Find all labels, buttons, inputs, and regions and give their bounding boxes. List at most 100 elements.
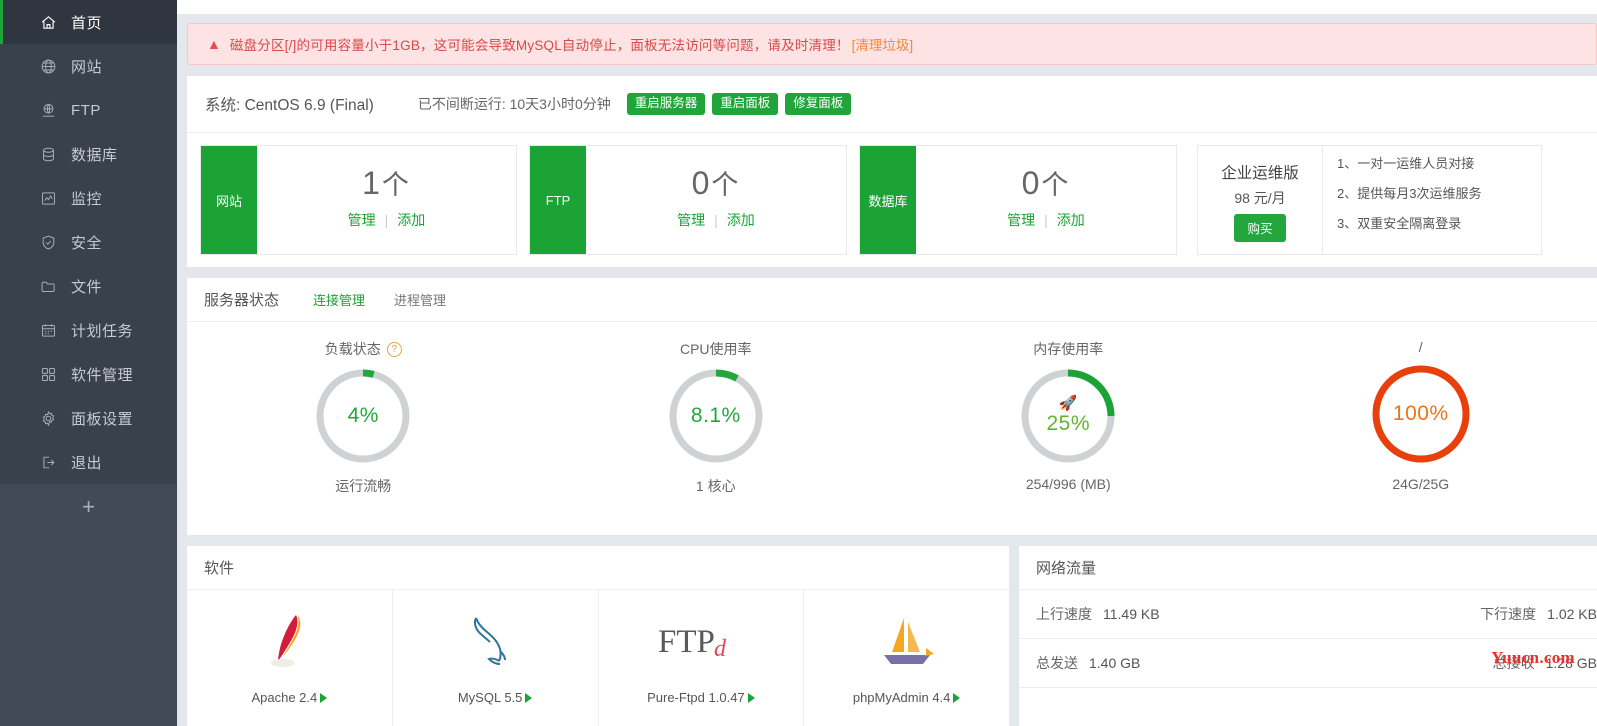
mysql-dolphin-logo xyxy=(466,608,524,676)
software-name: MySQL 5.5 xyxy=(458,690,533,705)
phpmyadmin-sailboat-logo xyxy=(876,608,938,676)
server-status-header: 服务器状态 连接管理 进程管理 xyxy=(187,278,1597,322)
repair-panel-button[interactable]: 修复面板 xyxy=(785,92,852,116)
grid-apps-icon xyxy=(37,363,59,385)
sidebar-item-label: 软件管理 xyxy=(71,366,134,384)
software-item-pureftpd[interactable]: FTP d Pure-Ftpd 1.0.47 xyxy=(599,590,805,726)
sidebar-add-button[interactable]: + xyxy=(0,484,177,530)
sidebar-item-monitor[interactable]: 监控 xyxy=(0,176,177,220)
software-item-mysql[interactable]: MySQL 5.5 xyxy=(393,590,599,726)
sidebar-item-label: 网站 xyxy=(71,58,103,76)
stat-card-body: 0个 管理 | 添加 xyxy=(586,146,846,254)
logout-icon xyxy=(37,451,59,473)
software-item-phpmyadmin[interactable]: phpMyAdmin 4.4 xyxy=(804,590,1009,726)
home-icon xyxy=(37,11,59,33)
gauge-footer: 运行流畅 xyxy=(335,478,392,494)
stat-links: 管理 | 添加 xyxy=(677,210,755,230)
stat-count-value: 0 xyxy=(1021,165,1042,202)
stat-links: 管理 | 添加 xyxy=(348,210,426,230)
gauge-center: 🚀 25% xyxy=(1018,366,1118,466)
upload-speed-value: 11.49 KB xyxy=(1103,606,1160,622)
panel-app: 首页 网站 FTP 数据库 监控 安全 文件 计划任务 软件管理 面板设置 退出… xyxy=(0,0,1597,726)
total-sent-label: 总发送 xyxy=(1036,655,1078,671)
sidebar-item-website[interactable]: 网站 xyxy=(0,44,177,88)
add-link[interactable]: 添加 xyxy=(727,212,755,228)
sidebar-menu: 首页 网站 FTP 数据库 监控 安全 文件 计划任务 软件管理 面板设置 退出 xyxy=(0,0,177,484)
stat-count-unit: 个 xyxy=(711,170,741,201)
gauge-value: 8.1% xyxy=(690,404,741,427)
stat-card-ftp[interactable]: FTP 0个 管理 | 添加 xyxy=(529,145,847,255)
gauge-value: 4% xyxy=(347,404,379,427)
restart-panel-button[interactable]: 重启面板 xyxy=(712,92,779,116)
gauge-title: 负载状态 ? xyxy=(325,339,402,359)
promo-feature-item: 2、提供每月3次运维服务 xyxy=(1337,186,1482,201)
sidebar-item-crontab[interactable]: 计划任务 xyxy=(0,308,177,352)
system-info-bar: 系统: CentOS 6.9 (Final) 已不间断运行: 10天3小时0分钟… xyxy=(187,76,1597,133)
link-separator: | xyxy=(1044,211,1048,228)
play-icon[interactable] xyxy=(953,692,961,703)
manage-link[interactable]: 管理 xyxy=(348,212,376,228)
stat-count-unit: 个 xyxy=(381,170,411,201)
rocket-icon: 🚀 xyxy=(1058,395,1078,412)
help-question-icon[interactable]: ? xyxy=(386,341,402,357)
software-item-apache[interactable]: Apache 2.4 xyxy=(187,590,393,726)
network-traffic-panel: 网络流量 上行速度 11.49 KB 下行速度 1.02 KB 总发送 1.40… xyxy=(1019,546,1597,726)
stat-count-unit: 个 xyxy=(1041,170,1071,201)
pureftpd-logo: FTP d xyxy=(656,608,746,676)
bottom-panels: 软件 Apache 2.4 MySQL 5.5 FTP d Pure-Ftpd … xyxy=(187,546,1597,726)
software-panel: 软件 Apache 2.4 MySQL 5.5 FTP d Pure-Ftpd … xyxy=(187,546,1009,726)
stat-count: 1个 xyxy=(362,166,411,201)
buy-button[interactable]: 购买 xyxy=(1234,213,1286,242)
play-icon[interactable] xyxy=(525,692,533,703)
apache-feather-logo xyxy=(266,608,312,676)
gauge-title-text: CPU使用率 xyxy=(679,341,752,357)
sidebar-item-security[interactable]: 安全 xyxy=(0,220,177,264)
software-name-text: Apache 2.4 xyxy=(251,690,318,705)
total-sent-value: 1.40 GB xyxy=(1089,655,1141,671)
warning-triangle-icon: ▲ xyxy=(207,36,221,52)
connection-manage-link[interactable]: 连接管理 xyxy=(313,290,365,309)
play-icon[interactable] xyxy=(747,692,755,703)
sidebar-item-files[interactable]: 文件 xyxy=(0,264,177,308)
sidebar-item-label: 安全 xyxy=(71,234,103,252)
sidebar-item-logout[interactable]: 退出 xyxy=(0,440,177,484)
promo-left: 企业运维版 98 元/月 购买 xyxy=(1198,146,1323,254)
clean-garbage-link[interactable]: [清理垃圾] xyxy=(852,34,914,54)
process-manage-link[interactable]: 进程管理 xyxy=(394,290,446,309)
sidebar-item-home[interactable]: 首页 xyxy=(0,0,177,44)
server-status-panel: 服务器状态 连接管理 进程管理 负载状态 ? 4% 运行流畅 CPU使用率 8.… xyxy=(187,278,1597,535)
sidebar-item-label: 退出 xyxy=(71,454,103,472)
network-left-cell: 上行速度 11.49 KB xyxy=(1036,604,1286,624)
sidebar-item-settings[interactable]: 面板设置 xyxy=(0,396,177,440)
gauge-cpu: CPU使用率 8.1% 1 核心 xyxy=(540,339,893,496)
network-right-cell: 下行速度 1.02 KB xyxy=(1286,604,1597,624)
link-separator: | xyxy=(714,211,718,228)
gauge-footer: 254/996 (MB) xyxy=(1025,476,1111,492)
add-link[interactable]: 添加 xyxy=(1057,212,1085,228)
gauge-title-text: 负载状态 xyxy=(324,341,381,357)
gauge-footer: 24G/25G xyxy=(1392,476,1450,492)
svg-text:FTP: FTP xyxy=(658,624,715,660)
svg-text:d: d xyxy=(714,636,727,662)
software-name: phpMyAdmin 4.4 xyxy=(853,690,961,705)
sidebar-item-label: 首页 xyxy=(71,14,103,32)
stat-card-body: 1个 管理 | 添加 xyxy=(257,146,516,254)
add-link[interactable]: 添加 xyxy=(397,212,425,228)
promo-feature-item: 3、双重安全隔离登录 xyxy=(1337,216,1462,231)
manage-link[interactable]: 管理 xyxy=(677,212,705,228)
stat-card-side-label: 网站 xyxy=(201,146,257,254)
download-speed-label: 下行速度 xyxy=(1480,606,1537,622)
sidebar-item-software[interactable]: 软件管理 xyxy=(0,352,177,396)
main-content: ▲ 磁盘分区[/]的可用容量小于1GB，这可能会导致MySQL自动停止，面板无法… xyxy=(177,0,1597,726)
stat-card-database[interactable]: 数据库 0个 管理 | 添加 xyxy=(859,145,1177,255)
play-icon[interactable] xyxy=(320,692,328,703)
network-row-total: 总发送 1.40 GB 总接收 1.28 GB xyxy=(1019,639,1597,688)
restart-server-button[interactable]: 重启服务器 xyxy=(626,92,706,116)
stat-card-website[interactable]: 网站 1个 管理 | 添加 xyxy=(200,145,517,255)
manage-link[interactable]: 管理 xyxy=(1007,212,1035,228)
gauge-title-text: / xyxy=(1418,339,1423,355)
sidebar-item-ftp[interactable]: FTP xyxy=(0,88,177,132)
stat-count: 0个 xyxy=(1022,166,1071,201)
gauge-ring: 8.1% xyxy=(666,366,766,466)
sidebar-item-database[interactable]: 数据库 xyxy=(0,132,177,176)
